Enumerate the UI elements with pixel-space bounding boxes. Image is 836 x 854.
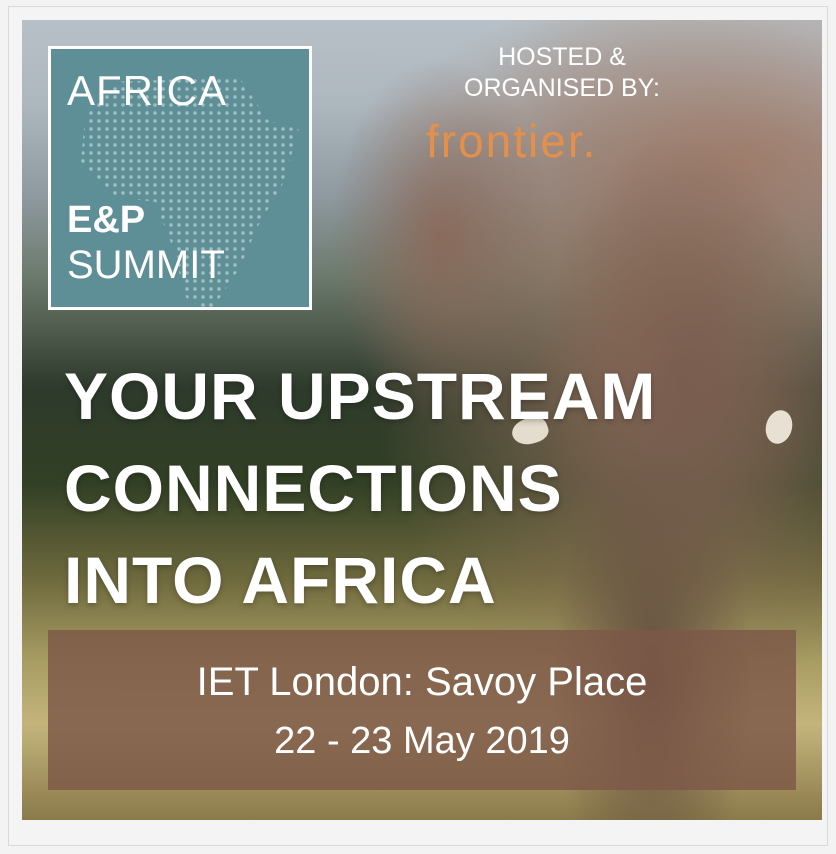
hosted-by-label: HOSTED & ORGANISED BY: [442,42,682,104]
frontier-logo: frontier. [426,115,598,167]
headline: YOUR UPSTREAM CONNECTIONS INTO AFRICA [64,350,804,626]
hosted-line-1: HOSTED & [498,43,626,71]
hosted-line-2: ORGANISED BY: [464,74,660,102]
summit-logo: AFRICA E&P SUMMIT [48,46,312,310]
headline-line-2: CONNECTIONS [64,451,563,525]
event-info-box: IET London: Savoy Place 22 - 23 May 2019 [48,630,796,790]
event-venue: IET London: Savoy Place [196,660,648,704]
headline-line-3: INTO AFRICA [64,543,497,617]
headline-line-1: YOUR UPSTREAM [64,359,657,433]
logo-africa-text: AFRICA [67,67,228,114]
logo-ep-text: E&P [67,199,146,241]
event-dates: 22 - 23 May 2019 [274,720,570,762]
event-banner[interactable]: AFRICA E&P SUMMIT HOSTED & ORGANISED BY:… [22,20,822,820]
logo-summit-text: SUMMIT [67,243,225,287]
